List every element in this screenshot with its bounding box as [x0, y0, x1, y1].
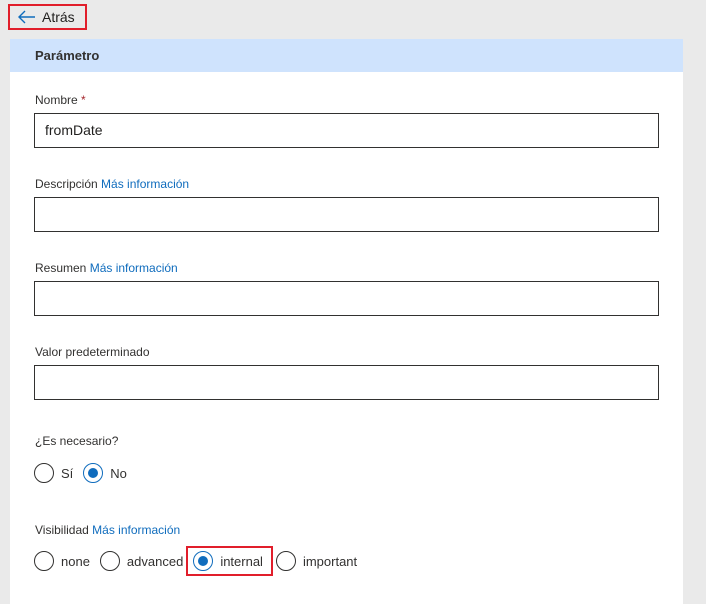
- radio-circle-icon: [34, 551, 54, 571]
- description-more-info-link[interactable]: Más información: [101, 177, 189, 191]
- summary-input[interactable]: [34, 281, 659, 316]
- radio-label: none: [61, 553, 90, 569]
- radio-label: No: [110, 465, 127, 481]
- radio-circle-icon: [34, 463, 54, 483]
- required-yes-radio[interactable]: Sí: [34, 463, 73, 483]
- radio-circle-icon: [99, 551, 120, 571]
- visibility-label: Visibilidad Más información: [35, 523, 180, 537]
- parameter-panel: Parámetro Nombre * fromDate Descripción …: [10, 39, 683, 604]
- name-input[interactable]: fromDate: [34, 113, 659, 148]
- back-button[interactable]: Atrás: [8, 4, 87, 30]
- radio-label: advanced: [126, 553, 184, 569]
- description-label-text: Descripción: [35, 177, 98, 191]
- summary-label: Resumen Más información: [35, 261, 178, 275]
- visibility-label-text: Visibilidad: [35, 523, 89, 537]
- back-label: Atrás: [42, 9, 75, 25]
- default-value-input[interactable]: [34, 365, 659, 400]
- radio-label: internal: [220, 553, 263, 569]
- radio-label: Sí: [61, 465, 74, 481]
- visibility-important-radio[interactable]: important: [275, 551, 358, 571]
- radio-checked-icon: [193, 551, 214, 571]
- description-input[interactable]: [34, 197, 659, 232]
- panel-title: Parámetro: [10, 39, 683, 72]
- summary-more-info-link[interactable]: Más información: [90, 261, 178, 275]
- radio-circle-icon: [275, 551, 296, 571]
- radio-checked-icon: [83, 463, 104, 483]
- required-asterisk: *: [81, 93, 86, 107]
- visibility-radio-group: none advanced internal important: [34, 546, 367, 576]
- visibility-internal-radio[interactable]: internal: [186, 546, 273, 576]
- name-label-text: Nombre: [35, 93, 78, 107]
- arrow-left-icon: [18, 10, 35, 24]
- visibility-more-info-link[interactable]: Más información: [92, 523, 180, 537]
- description-label: Descripción Más información: [35, 177, 189, 191]
- visibility-none-radio[interactable]: none: [34, 551, 90, 571]
- required-radio-group: Sí No: [34, 463, 137, 483]
- default-value-label: Valor predeterminado: [35, 345, 150, 359]
- visibility-advanced-radio[interactable]: advanced: [99, 551, 184, 571]
- summary-label-text: Resumen: [35, 261, 87, 275]
- radio-label: important: [302, 553, 358, 569]
- required-label: ¿Es necesario?: [35, 434, 119, 448]
- name-label: Nombre *: [35, 93, 86, 107]
- required-no-radio[interactable]: No: [83, 463, 127, 483]
